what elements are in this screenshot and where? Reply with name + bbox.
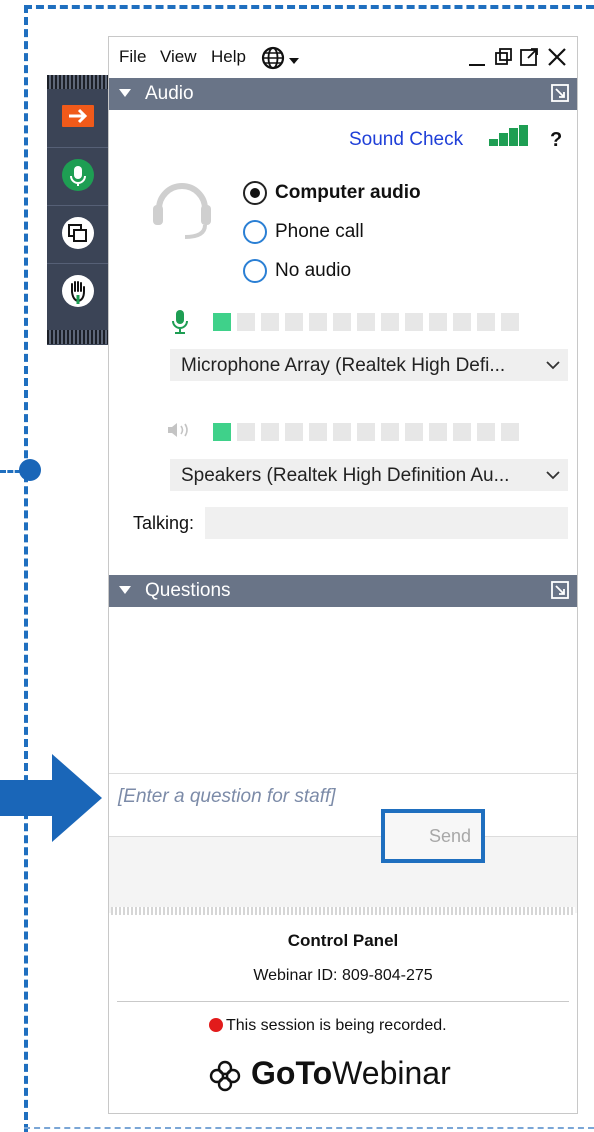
screen-share-button[interactable] [47, 205, 108, 263]
menu-help[interactable]: Help [211, 47, 246, 67]
speaker-select[interactable]: Speakers (Realtek High Definition Au... [170, 459, 568, 491]
questions-header-title: Questions [145, 580, 231, 601]
sound-check-link[interactable]: Sound Check [349, 129, 463, 151]
mic-level-icon [172, 310, 188, 334]
collapse-arrow-icon [62, 105, 94, 127]
computer-audio-label[interactable]: Computer audio [275, 182, 421, 204]
menu-file[interactable]: File [119, 47, 146, 67]
collapse-triangle-icon [119, 586, 131, 594]
radio-no-audio[interactable] [243, 259, 267, 283]
level-segment [261, 423, 279, 441]
menu-view[interactable]: View [160, 47, 197, 67]
collapse-triangle-icon [119, 89, 131, 97]
gotowebinar-logo-icon [209, 1060, 241, 1092]
phone-call-label[interactable]: Phone call [275, 221, 364, 243]
screen-share-icon [62, 217, 94, 249]
signal-strength-icon [489, 125, 528, 146]
annotation-arrow-icon [0, 754, 102, 842]
level-segment [309, 423, 327, 441]
audio-header-title: Audio [145, 83, 194, 104]
footer-separator [117, 1001, 569, 1002]
globe-icon[interactable] [261, 46, 305, 70]
headset-icon [153, 183, 211, 239]
level-segment [429, 423, 447, 441]
level-segment [501, 313, 519, 331]
level-segment [333, 423, 351, 441]
level-segment [501, 423, 519, 441]
audio-help-button[interactable]: ? [550, 129, 562, 152]
level-segment [285, 313, 303, 331]
undock-icon[interactable] [551, 581, 569, 599]
level-segment [381, 423, 399, 441]
raise-hand-button[interactable] [47, 263, 108, 321]
mic-level-meter [213, 313, 533, 331]
annotation-dashed-border-top [24, 5, 594, 9]
brand-webinar: Webinar [332, 1055, 451, 1091]
panel-divider [111, 907, 575, 915]
level-segment [213, 313, 231, 331]
chevron-down-icon [546, 471, 560, 480]
level-segment [357, 423, 375, 441]
microphone-toggle-button[interactable] [47, 147, 108, 205]
minimize-icon[interactable] [465, 45, 489, 69]
talking-indicator-field [205, 507, 568, 539]
microphone-select[interactable]: Microphone Array (Realtek High Defi... [170, 349, 568, 381]
level-segment [453, 313, 471, 331]
level-segment [237, 313, 255, 331]
microphone-icon [62, 159, 94, 191]
raise-hand-icon [62, 275, 94, 307]
toolbar-grip-top[interactable] [47, 75, 108, 89]
collapse-panel-button[interactable] [47, 89, 108, 147]
chevron-down-icon [546, 361, 560, 370]
no-audio-label[interactable]: No audio [275, 260, 351, 282]
level-segment [213, 423, 231, 441]
level-segment [405, 313, 423, 331]
level-segment [429, 313, 447, 331]
level-segment [333, 313, 351, 331]
level-segment [357, 313, 375, 331]
close-icon[interactable] [545, 45, 569, 69]
undock-icon[interactable] [551, 84, 569, 102]
control-panel-window: File View Help Audio Sound Check ? Compu… [108, 36, 578, 1114]
question-input[interactable]: [Enter a question for staff] [109, 773, 577, 837]
recording-dot-icon [209, 1018, 223, 1032]
level-segment [477, 313, 495, 331]
audio-section-header[interactable]: Audio [109, 78, 577, 110]
send-button[interactable]: Send [381, 809, 485, 863]
microphone-select-value: Microphone Array (Realtek High Defi... [181, 355, 506, 376]
radio-computer-audio[interactable] [243, 181, 267, 205]
speaker-level-meter [213, 423, 533, 441]
send-row [109, 837, 577, 913]
control-panel-title: Control Panel [287, 931, 399, 950]
level-segment [477, 423, 495, 441]
level-segment [453, 423, 471, 441]
restore-icon[interactable] [517, 45, 541, 69]
talking-label: Talking: [133, 513, 195, 533]
toolbar-grip-bottom[interactable] [47, 330, 108, 344]
webinar-id: Webinar ID: 809-804-275 [253, 967, 433, 984]
grab-tab-toolbar [47, 75, 108, 345]
annotation-dot [19, 459, 41, 481]
speaker-level-icon [168, 423, 188, 437]
recording-notice-text: This session is being recorded. [226, 1017, 447, 1034]
level-segment [405, 423, 423, 441]
level-segment [261, 313, 279, 331]
radio-phone-call[interactable] [243, 220, 267, 244]
recording-notice: This session is being recorded. [209, 1017, 447, 1035]
level-segment [285, 423, 303, 441]
speaker-select-value: Speakers (Realtek High Definition Au... [181, 465, 510, 486]
annotation-dashed-border-bottom [24, 1127, 594, 1129]
annotation-dashed-border-left [24, 5, 28, 1132]
question-input-placeholder: [Enter a question for staff] [118, 786, 336, 807]
level-segment [237, 423, 255, 441]
brand-goto: GoTo [251, 1055, 333, 1091]
level-segment [309, 313, 327, 331]
menu-bar: File View Help [109, 37, 579, 77]
questions-log [109, 607, 577, 773]
pop-out-icon[interactable] [491, 45, 515, 69]
level-segment [381, 313, 399, 331]
questions-section-header[interactable]: Questions [109, 575, 577, 607]
